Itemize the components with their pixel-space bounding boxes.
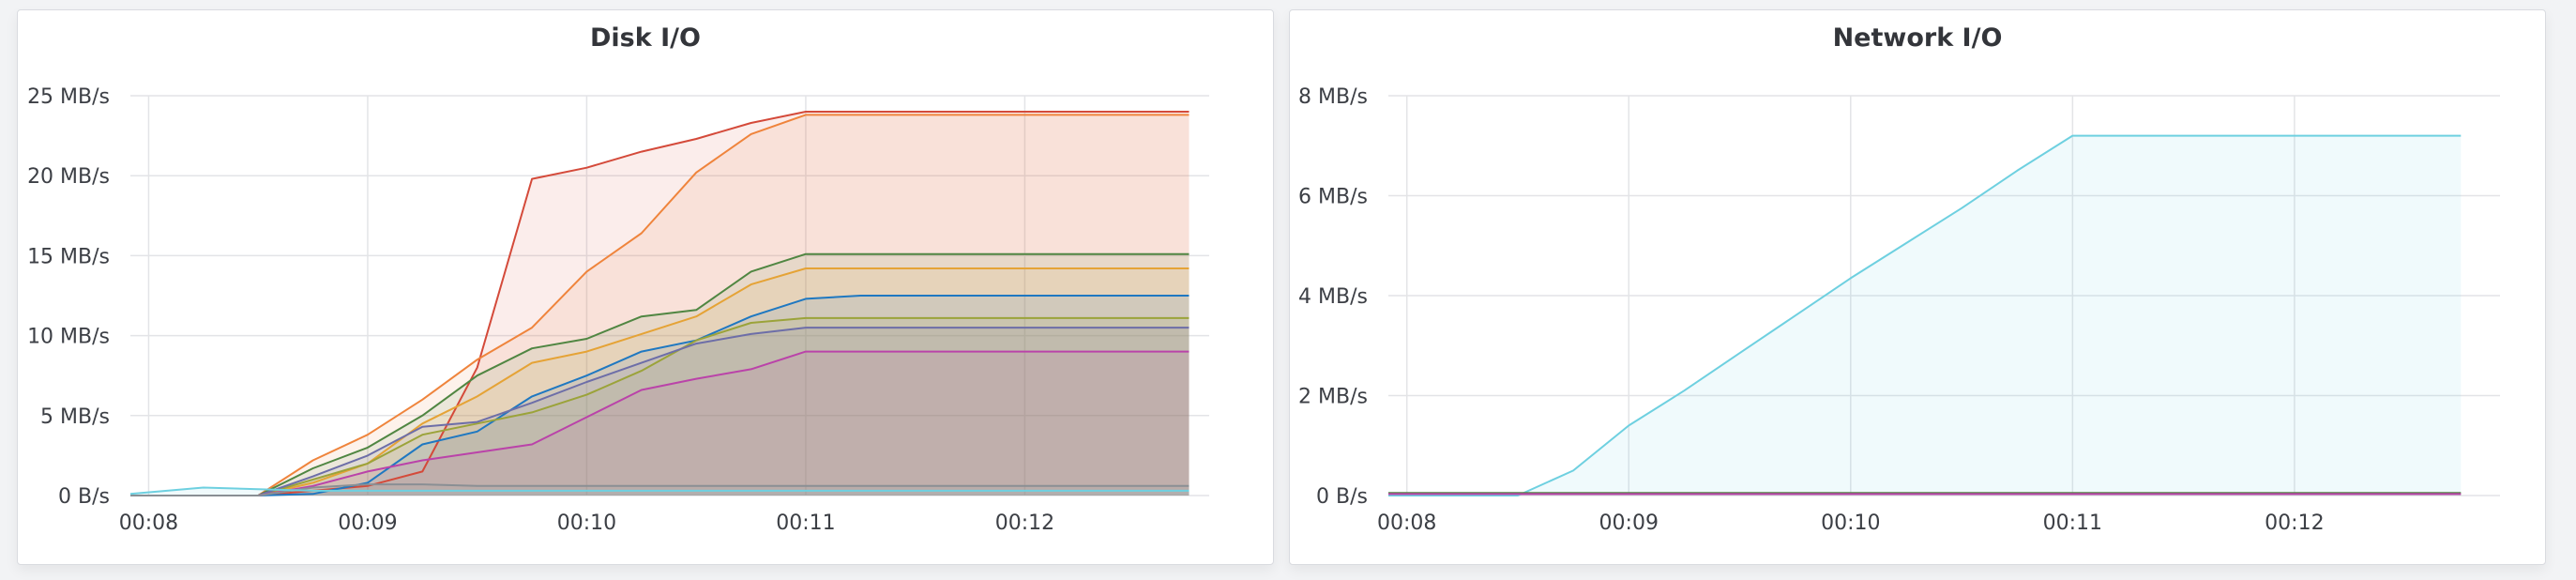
disk-io-panel: Disk I/O 0 B/s 5 MB/s 10 MB/s 15 MB/s 20 MB/…	[17, 9, 1274, 565]
x-tick-label: 00:11	[2043, 511, 2102, 535]
x-tick-label: 00:08	[1377, 511, 1436, 535]
network-io-chart[interactable]: 0 B/s 2 MB/s 4 MB/s 6 MB/s 8 MB/s 00:08 00:09 0…	[1290, 10, 2545, 564]
y-tick-label: 2 MB/s	[1298, 386, 1368, 409]
y-tick-label: 20 MB/s	[27, 165, 110, 189]
series-area-0	[1388, 135, 2462, 496]
x-tick-label: 00:12	[995, 511, 1054, 535]
disk-io-chart[interactable]: 0 B/s 5 MB/s 10 MB/s 15 MB/s 20 MB/s 25 MB/s 0…	[18, 10, 1273, 564]
y-tick-label: 4 MB/s	[1298, 285, 1368, 309]
x-tick-label: 00:10	[557, 511, 616, 535]
x-tick-label: 00:09	[338, 511, 397, 535]
x-tick-label: 00:08	[119, 511, 178, 535]
y-tick-label: 25 MB/s	[27, 85, 110, 109]
y-tick-label: 6 MB/s	[1298, 186, 1368, 209]
x-tick-label: 00:09	[1599, 511, 1659, 535]
y-tick-label: 15 MB/s	[27, 245, 110, 268]
x-tick-label: 00:10	[1821, 511, 1880, 535]
x-tick-label: 00:12	[2265, 511, 2324, 535]
y-tick-label: 10 MB/s	[27, 326, 110, 349]
x-tick-label: 00:11	[776, 511, 835, 535]
y-tick-label: 0 B/s	[58, 485, 110, 509]
y-tick-label: 5 MB/s	[40, 405, 110, 429]
y-tick-label: 0 B/s	[1316, 485, 1368, 509]
network-io-panel: Network I/O 0 B/s 2 MB/s 4 MB/s 6 MB/s 8 MB/…	[1289, 9, 2546, 565]
y-tick-label: 8 MB/s	[1298, 85, 1368, 109]
